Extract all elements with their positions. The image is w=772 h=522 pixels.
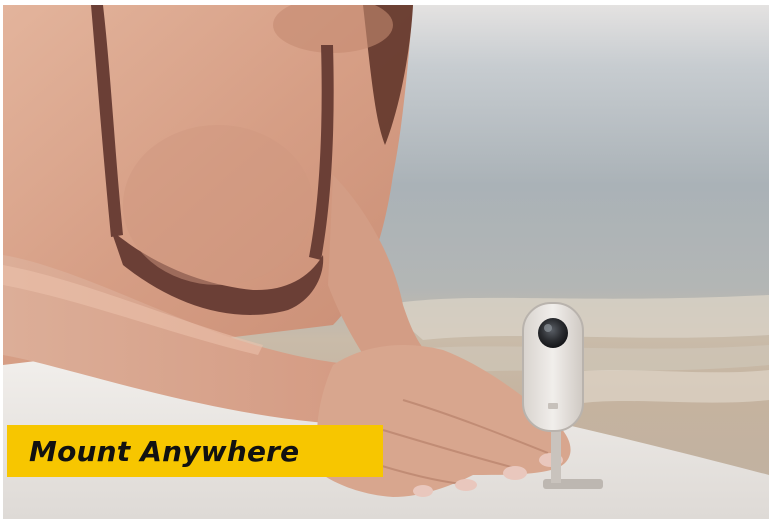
caption-text: Mount Anywhere (29, 434, 300, 468)
video-frame: Mount Anywhere (3, 5, 769, 519)
caption-banner: Mount Anywhere (7, 425, 383, 477)
